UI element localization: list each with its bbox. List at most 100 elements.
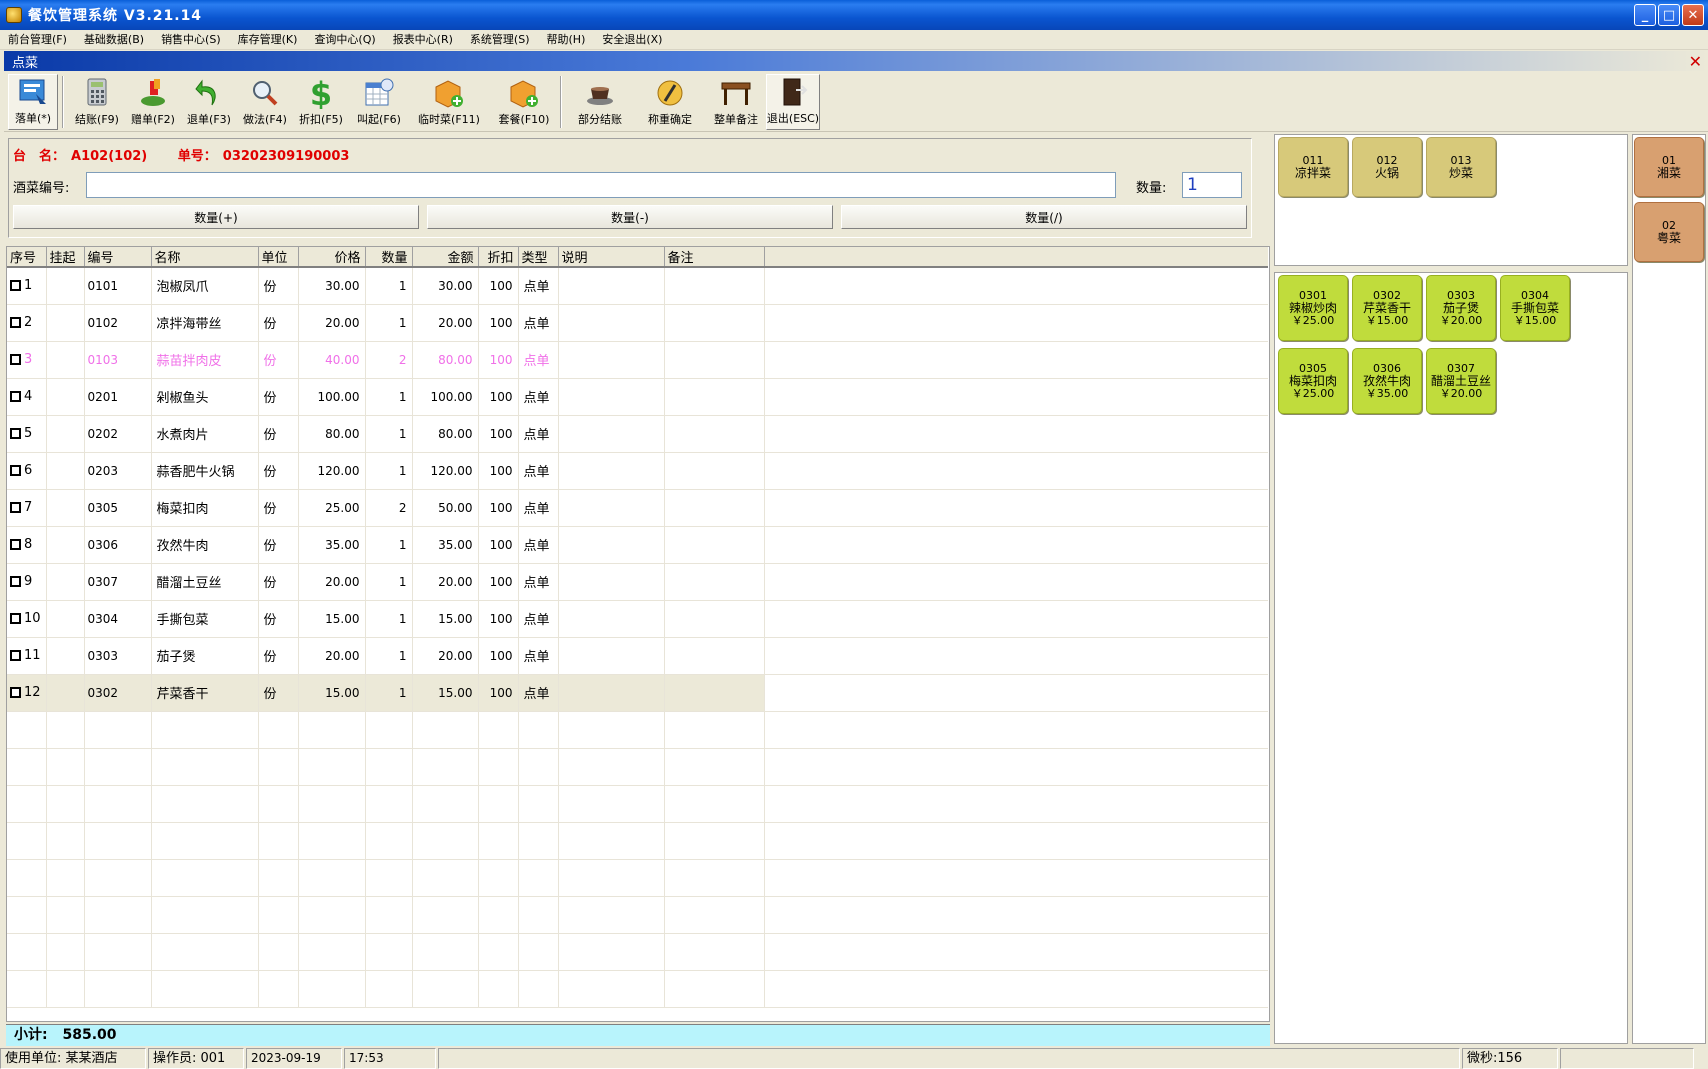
cell-empty bbox=[478, 785, 519, 823]
toolbar-discount-button[interactable]: $ 折扣(F5) bbox=[296, 74, 346, 130]
dish-tile[interactable]: 0301 辣椒炒肉 ￥25.00 bbox=[1278, 275, 1348, 341]
toolbar-checkout-button[interactable]: 结账(F9) bbox=[72, 74, 122, 130]
menu-sales[interactable]: 销售中心(S) bbox=[153, 30, 230, 50]
menu-reports[interactable]: 报表中心(R) bbox=[385, 30, 462, 50]
table-row[interactable]: 1 0101 泡椒凤爪份 30.00 1 30.00 100 点单 bbox=[7, 267, 1268, 305]
status-extra bbox=[1560, 1048, 1694, 1069]
dish-tile[interactable]: 0304 手撕包菜 ￥15.00 bbox=[1500, 275, 1570, 341]
column-header[interactable]: 编号 bbox=[84, 247, 152, 268]
dish-name: 芹菜香干 bbox=[1362, 300, 1411, 315]
row-checkbox[interactable] bbox=[10, 317, 21, 328]
calculator-icon bbox=[87, 78, 107, 106]
table-row[interactable]: 10 0304 手撕包菜份 15.00 1 15.00 100 点单 bbox=[7, 600, 1268, 638]
dish-tile[interactable]: 0307 醋溜土豆丝 ￥20.00 bbox=[1426, 348, 1496, 414]
row-checkbox[interactable] bbox=[10, 613, 21, 624]
table-row[interactable]: 9 0307 醋溜土豆丝份 20.00 1 20.00 100 点单 bbox=[7, 563, 1268, 601]
dish-code-input[interactable] bbox=[86, 172, 1116, 198]
empty-row bbox=[7, 933, 1268, 971]
table-row[interactable]: 2 0102 凉拌海带丝份 20.00 1 20.00 100 点单 bbox=[7, 304, 1268, 342]
table-row[interactable]: 4 0201 剁椒鱼头份 100.00 1 100.00 100 点单 bbox=[7, 378, 1268, 416]
toolbar-hold-button[interactable]: 叫起(F6) bbox=[354, 74, 404, 130]
column-header[interactable]: 折扣 bbox=[478, 247, 519, 268]
row-checkbox[interactable] bbox=[10, 539, 21, 550]
column-header[interactable]: 价格 bbox=[298, 247, 366, 268]
undo-arrow-icon bbox=[195, 79, 216, 106]
column-header[interactable]: 备注 bbox=[664, 247, 765, 268]
dish-tile[interactable]: 0302 芹菜香干 ￥15.00 bbox=[1352, 275, 1422, 341]
column-header[interactable]: 单位 bbox=[258, 247, 299, 268]
maximize-button[interactable]: □ bbox=[1658, 4, 1680, 26]
cell-filler bbox=[764, 600, 1268, 638]
table-row[interactable]: 12 0302 芹菜香干份 15.00 1 15.00 100 点单 bbox=[7, 674, 1268, 712]
quantity-minus-button[interactable]: 数量(-) bbox=[427, 205, 833, 229]
toolbar-order-button[interactable]: 落单(*) bbox=[8, 74, 58, 130]
menu-basic-data[interactable]: 基础数据(B) bbox=[76, 30, 153, 50]
menu-system[interactable]: 系统管理(S) bbox=[462, 30, 539, 50]
row-checkbox[interactable] bbox=[10, 391, 21, 402]
table-row[interactable]: 5 0202 水煮肉片份 80.00 1 80.00 100 点单 bbox=[7, 415, 1268, 453]
table-row[interactable]: 11 0303 茄子煲份 20.00 1 20.00 100 点单 bbox=[7, 637, 1268, 675]
row-checkbox[interactable] bbox=[10, 502, 21, 513]
column-header[interactable]: 类型 bbox=[518, 247, 559, 268]
column-header[interactable]: 数量 bbox=[365, 247, 413, 268]
cell-empty bbox=[258, 970, 299, 1008]
menu-help[interactable]: 帮助(H) bbox=[539, 30, 595, 50]
dish-tile[interactable]: 0303 茄子煲 ￥20.00 bbox=[1426, 275, 1496, 341]
dish-tile[interactable]: 0306 孜然牛肉 ￥35.00 bbox=[1352, 348, 1422, 414]
category-tile[interactable]: 012 火锅 bbox=[1352, 137, 1422, 197]
toolbar-gift-button[interactable]: 赠单(F2) bbox=[128, 74, 178, 130]
quantity-plus-button[interactable]: 数量(+) bbox=[13, 205, 419, 229]
dish-tile[interactable]: 0305 梅菜扣肉 ￥25.00 bbox=[1278, 348, 1348, 414]
category-tile[interactable]: 011 凉拌菜 bbox=[1278, 137, 1348, 197]
column-header[interactable]: 说明 bbox=[558, 247, 665, 268]
category-tile[interactable]: 013 炒菜 bbox=[1426, 137, 1496, 197]
cell-name: 手撕包菜 bbox=[151, 600, 259, 638]
toolbar-method-button[interactable]: 做法(F4) bbox=[240, 74, 290, 130]
row-checkbox[interactable] bbox=[10, 465, 21, 476]
table-row[interactable]: 7 0305 梅菜扣肉份 25.00 2 50.00 100 点单 bbox=[7, 489, 1268, 527]
column-header[interactable]: 金额 bbox=[412, 247, 479, 268]
toolbar-order-note-button[interactable]: 整单备注 bbox=[708, 74, 764, 130]
cell-empty bbox=[151, 933, 259, 971]
cuisine-type-tile[interactable]: 02 粤菜 bbox=[1634, 202, 1704, 262]
toolbar-temp-dish-button[interactable]: 临时菜(F11) bbox=[418, 74, 480, 130]
cell-name: 醋溜土豆丝 bbox=[151, 563, 259, 601]
row-checkbox[interactable] bbox=[10, 650, 21, 661]
row-checkbox[interactable] bbox=[10, 687, 21, 698]
toolbar-weigh-button[interactable]: 称重确定 bbox=[642, 74, 698, 130]
subtotal-label: 小计: bbox=[14, 1027, 48, 1043]
toolbar-exit-button[interactable]: 退出(ESC) bbox=[766, 74, 820, 130]
dish-price: ￥20.00 bbox=[1439, 386, 1483, 400]
column-header[interactable]: 序号 bbox=[7, 247, 47, 268]
cell-empty bbox=[764, 859, 1268, 897]
cell-amount: 100.00 bbox=[412, 378, 479, 416]
close-button[interactable]: ✕ bbox=[1682, 4, 1704, 26]
row-checkbox[interactable] bbox=[10, 576, 21, 587]
row-checkbox[interactable] bbox=[10, 428, 21, 439]
menu-exit[interactable]: 安全退出(X) bbox=[594, 30, 671, 50]
child-close-icon[interactable]: ✕ bbox=[1689, 52, 1702, 71]
quantity-divide-button[interactable]: 数量(/) bbox=[841, 205, 1247, 229]
toolbar-partial-checkout-button[interactable]: 部分结账 bbox=[572, 74, 628, 130]
column-header[interactable]: 名称 bbox=[151, 247, 259, 268]
menu-inventory[interactable]: 库存管理(K) bbox=[230, 30, 307, 50]
toolbar-set-meal-button[interactable]: 套餐(F10) bbox=[496, 74, 552, 130]
minimize-button[interactable]: _ bbox=[1634, 4, 1656, 26]
cell-empty bbox=[7, 785, 47, 823]
table-row[interactable]: 6 0203 蒜香肥牛火锅份 120.00 1 120.00 100 点单 bbox=[7, 452, 1268, 490]
cell-name: 剁椒鱼头 bbox=[151, 378, 259, 416]
column-header[interactable]: 挂起 bbox=[46, 247, 85, 268]
menu-front[interactable]: 前台管理(F) bbox=[0, 30, 76, 50]
menu-query[interactable]: 查询中心(Q) bbox=[306, 30, 384, 50]
row-checkbox[interactable] bbox=[10, 354, 21, 365]
cell-empty bbox=[664, 415, 765, 453]
table-row[interactable]: 8 0306 孜然牛肉份 35.00 1 35.00 100 点单 bbox=[7, 526, 1268, 564]
quantity-input[interactable]: 1 bbox=[1182, 172, 1242, 198]
toolbar-refund-button[interactable]: 退单(F3) bbox=[184, 74, 234, 130]
table-row[interactable]: 3 0103 蒜苗拌肉皮份 40.00 2 80.00 100 点单 bbox=[7, 341, 1268, 379]
cuisine-type-code: 02 bbox=[1662, 218, 1676, 232]
cell-name: 孜然牛肉 bbox=[151, 526, 259, 564]
cuisine-type-tile[interactable]: 01 湘菜 bbox=[1634, 137, 1704, 197]
row-checkbox[interactable] bbox=[10, 280, 21, 292]
cell-empty bbox=[46, 452, 85, 490]
